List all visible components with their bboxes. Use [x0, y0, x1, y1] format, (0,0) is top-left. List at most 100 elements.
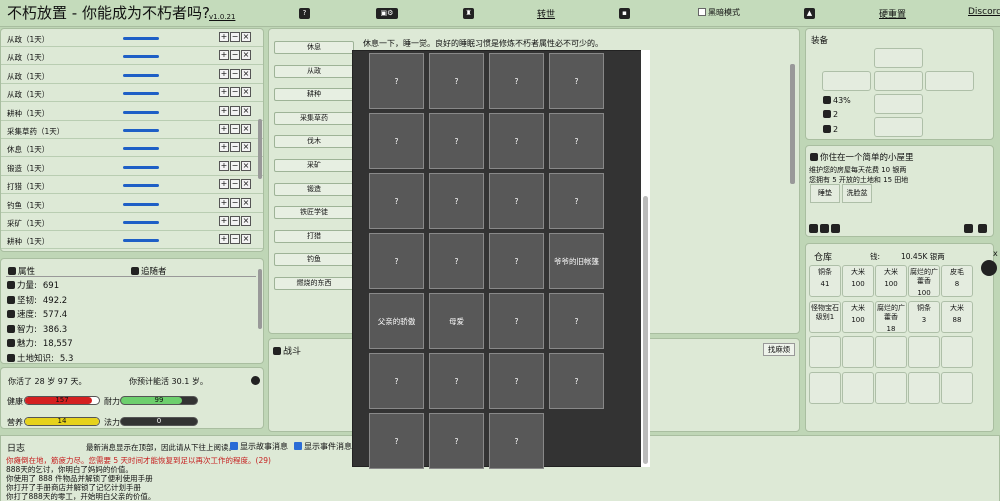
inventory-slot[interactable]: [941, 336, 973, 368]
collection-card[interactable]: ?: [429, 233, 484, 289]
collection-card[interactable]: ?: [549, 113, 604, 169]
collection-card[interactable]: ?: [369, 173, 424, 229]
equip-slot-feet[interactable]: [874, 117, 923, 137]
inventory-slot[interactable]: [842, 336, 874, 368]
delete-button[interactable]: ×: [241, 124, 251, 134]
action-button[interactable]: 伐木: [274, 135, 354, 149]
remove-button[interactable]: −: [230, 179, 240, 190]
equip-slot-legs[interactable]: [874, 94, 923, 114]
collection-card[interactable]: ?: [369, 353, 424, 409]
inventory-slot[interactable]: 大米 100: [875, 265, 907, 297]
collection-card[interactable]: ?: [489, 113, 544, 169]
add-icon[interactable]: [809, 224, 818, 233]
delete-button[interactable]: ×: [241, 68, 251, 79]
collection-card[interactable]: ?: [369, 413, 424, 469]
add-button[interactable]: +: [219, 197, 229, 208]
collection-card[interactable]: ?: [429, 53, 484, 109]
collection-card[interactable]: ?: [489, 293, 544, 349]
remove-button[interactable]: −: [230, 87, 240, 98]
show-story-toggle[interactable]: 显示故事消息: [230, 441, 288, 452]
equip-slot-weapon[interactable]: [822, 71, 871, 91]
activity-scrollbar[interactable]: [258, 119, 262, 179]
find-trouble-button[interactable]: 找麻烦: [763, 343, 795, 356]
collection-card[interactable]: ?: [369, 233, 424, 289]
inventory-slot[interactable]: 铜条 41: [809, 265, 841, 297]
collection-card[interactable]: 母爱: [429, 293, 484, 349]
add-button[interactable]: +: [219, 87, 229, 98]
collection-card[interactable]: ?: [549, 293, 604, 349]
action-button[interactable]: 铁匠学徒: [274, 206, 354, 220]
inventory-slot[interactable]: 腐烂的广藿香 100: [908, 265, 940, 297]
inventory-slot[interactable]: [842, 371, 874, 404]
sort-icon[interactable]: [978, 224, 987, 233]
collection-card[interactable]: ?: [369, 53, 424, 109]
stats-icon[interactable]: ▣⚙: [376, 8, 398, 19]
home-item-basin[interactable]: 洗脸盆: [842, 184, 872, 203]
add-button[interactable]: +: [219, 32, 229, 42]
action-button[interactable]: 耕种: [274, 88, 354, 102]
inventory-slot[interactable]: [809, 336, 841, 368]
inventory-slot[interactable]: [908, 336, 940, 368]
remove-button[interactable]: −: [230, 216, 240, 226]
delete-button[interactable]: ×: [241, 197, 251, 208]
delete-button[interactable]: ×: [241, 32, 251, 42]
equip-slot-head[interactable]: [874, 48, 923, 68]
collection-card[interactable]: ?: [489, 173, 544, 229]
remove-button[interactable]: −: [230, 105, 240, 116]
remove-button[interactable]: −: [230, 234, 240, 245]
help-icon[interactable]: ?: [299, 8, 310, 19]
remove-button[interactable]: −: [230, 142, 240, 153]
delete-button[interactable]: ×: [241, 216, 251, 226]
collection-card[interactable]: ?: [549, 353, 604, 409]
rebirth-link[interactable]: 转世: [537, 7, 555, 20]
inventory-slot[interactable]: 皮毛 8: [941, 265, 973, 297]
inventory-slot[interactable]: 大米 88: [941, 300, 973, 333]
hard-reset-link[interactable]: 硬重置: [879, 7, 906, 20]
close-x[interactable]: x: [993, 249, 998, 258]
equip-slot-offhand[interactable]: [925, 71, 974, 91]
collection-card[interactable]: ?: [489, 233, 544, 289]
remove-button[interactable]: −: [230, 124, 240, 134]
collection-card[interactable]: ?: [429, 173, 484, 229]
action-button[interactable]: 打猎: [274, 229, 354, 243]
collection-card[interactable]: ?: [489, 413, 544, 469]
stats-scrollbar[interactable]: [258, 269, 262, 329]
inventory-slot[interactable]: 腐烂的广藿香 18: [875, 300, 907, 333]
collection-card[interactable]: ?: [429, 353, 484, 409]
grid-icon[interactable]: [964, 224, 973, 233]
inventory-slot[interactable]: [875, 336, 907, 368]
collection-card[interactable]: ?: [489, 353, 544, 409]
discord-link[interactable]: Discord: [968, 7, 1000, 17]
inventory-slot[interactable]: [941, 371, 973, 404]
collection-card[interactable]: ?: [429, 413, 484, 469]
event-checkbox[interactable]: [294, 442, 302, 450]
delete-button[interactable]: ×: [241, 87, 251, 98]
collection-card[interactable]: 父亲的骄傲: [369, 293, 424, 349]
action-button[interactable]: 燃烧的东西: [274, 277, 354, 290]
add-button[interactable]: +: [219, 179, 229, 190]
delete-button[interactable]: ×: [241, 234, 251, 245]
collection-card[interactable]: 爷爷的旧帐篷: [549, 233, 604, 289]
add-button[interactable]: +: [219, 216, 229, 226]
lamp-icon[interactable]: ♜: [463, 8, 474, 19]
add-button[interactable]: +: [219, 160, 229, 171]
actions-scrollbar[interactable]: [790, 64, 795, 184]
upload-icon[interactable]: ▲: [804, 8, 815, 19]
delete-button[interactable]: ×: [241, 142, 251, 153]
add-button[interactable]: +: [219, 124, 229, 134]
dark-mode-checkbox[interactable]: [698, 8, 706, 16]
remove-button[interactable]: −: [230, 68, 240, 79]
action-button[interactable]: 从政: [274, 64, 354, 78]
remove-button[interactable]: −: [230, 197, 240, 208]
equip-slot-body[interactable]: [874, 71, 923, 91]
collection-card[interactable]: ?: [549, 53, 604, 109]
add-button[interactable]: +: [219, 142, 229, 153]
inventory-slot[interactable]: 怪物宝石 级别1: [809, 300, 841, 333]
collection-card[interactable]: ?: [369, 113, 424, 169]
inventory-slot[interactable]: [908, 371, 940, 404]
remove-button[interactable]: −: [230, 50, 240, 61]
remove-button[interactable]: −: [230, 160, 240, 171]
inventory-slot[interactable]: [875, 371, 907, 404]
action-button[interactable]: 钓鱼: [274, 253, 354, 267]
inventory-slot[interactable]: 铜条 3: [908, 300, 940, 333]
